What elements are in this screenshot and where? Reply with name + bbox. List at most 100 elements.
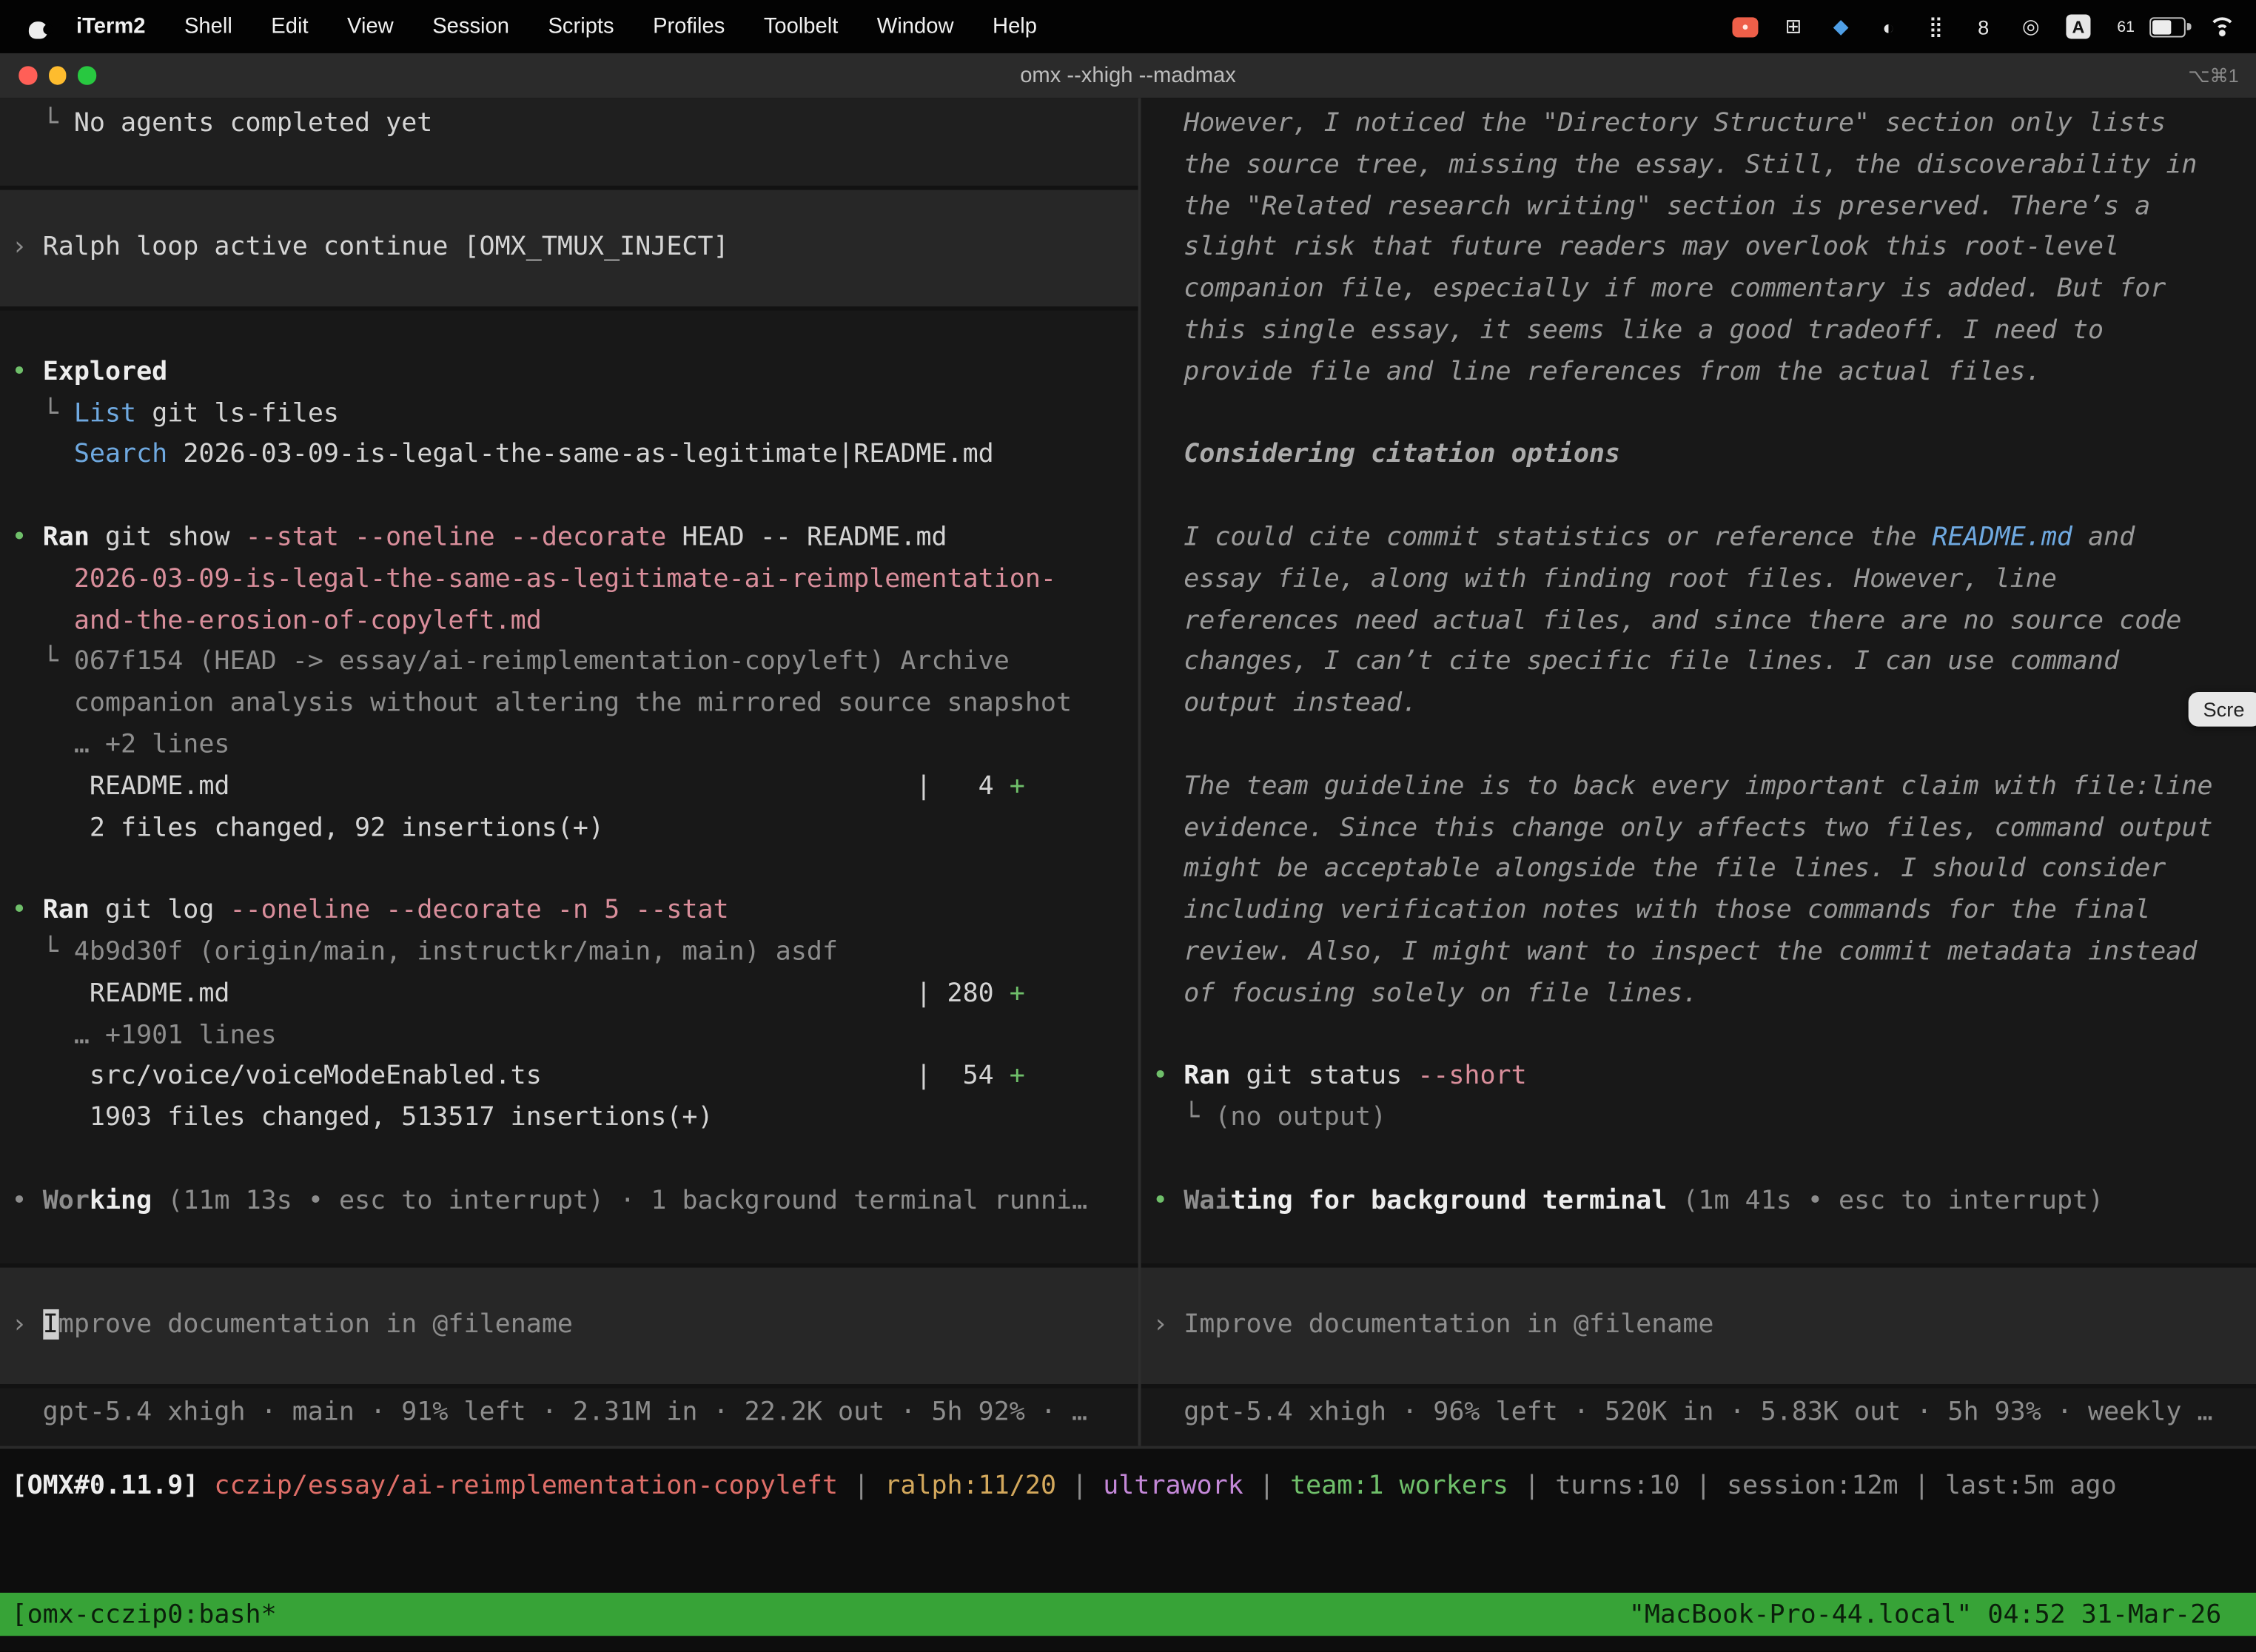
left-transcript: • Explored └ List git ls-files Search 20… [0, 311, 1138, 1223]
agents-summary-section: └ No agents completed yet [0, 98, 1138, 186]
terminal-line: review. Also, I might want to inspect th… [1141, 933, 2256, 974]
tmux-inject-banner: › Ralph loop active continue [OMX_TMUX_I… [0, 186, 1138, 311]
prompt-input-right[interactable]: › Improve documentation in @filename [1141, 1263, 2256, 1389]
terminal-line [0, 850, 1138, 891]
terminal-line: of focusing solely on file lines. [1141, 974, 2256, 1015]
terminal-pane-left[interactable]: └ No agents completed yet › Ralph loop a… [0, 98, 1138, 1446]
terminal-line: • Working (11m 13s • esc to interrupt) ·… [0, 1181, 1138, 1222]
tmux-host-clock: "MacBook-Pro-44.local" 04:52 31-Mar-26 [1629, 1599, 2256, 1630]
terminal-line: slight risk that future readers may over… [1141, 228, 2256, 269]
terminal-line: › Improve documentation in @filename [0, 1305, 1138, 1346]
terminal-line: src/voice/voiceModeEnabled.ts | 54 + [0, 1056, 1138, 1098]
menu-item-edit[interactable]: Edit [271, 14, 308, 38]
screen-notification-tooltip[interactable]: Scre [2189, 692, 2256, 727]
apple-menu-icon[interactable] [29, 15, 47, 38]
circle-app-icon[interactable]: ◎ [2018, 14, 2043, 38]
terminal-line: Search 2026-03-09-is-legal-the-same-as-l… [0, 435, 1138, 477]
terminal-line: companion analysis without altering the … [0, 684, 1138, 725]
menu-bar: iTerm2 Shell Edit View Session Scripts Profile… [0, 0, 2256, 53]
terminal-line: this single essay, it seems like a good … [1141, 311, 2256, 352]
input-source-icon[interactable]: A [2066, 14, 2090, 38]
battery-percent[interactable]: 61 [2114, 14, 2138, 38]
terminal-line: essay file, along with finding root file… [1141, 560, 2256, 601]
terminal-line: and-the-erosion-of-copyleft.md [0, 601, 1138, 642]
terminal-line [1141, 725, 2256, 767]
dark-app-icon[interactable]: ◐ [1876, 14, 1901, 38]
terminal-line [0, 1139, 1138, 1181]
menu-item-window[interactable]: Window [877, 14, 954, 38]
window-title-bar[interactable]: omx --xhigh --madmax ⌥⌘1 [0, 53, 2256, 99]
menu-status-icons: ● ⊞ ◆ ◐ ⣿ 8 ◎ A 61 [1732, 14, 2256, 38]
minimize-button[interactable] [48, 67, 66, 84]
terminal-line: might be acceptable alongside the file l… [1141, 850, 2256, 891]
window-shortcut-hint: ⌥⌘1 [2188, 53, 2238, 98]
terminal-line: … +1901 lines [0, 1015, 1138, 1057]
menu-item-view[interactable]: View [347, 14, 394, 38]
terminal-pane-right[interactable]: However, I noticed the "Directory Struct… [1141, 98, 2256, 1446]
window-grid-icon[interactable]: ⊞ [1782, 14, 1806, 38]
terminal-line: changes, I can’t cite specific file line… [1141, 642, 2256, 684]
bottom-status-area: [OMX#0.11.9] cczip/essay/ai-reimplementa… [0, 1446, 2256, 1652]
wifi-icon[interactable] [2209, 16, 2236, 37]
prompt-input-left[interactable]: › Improve documentation in @filename [0, 1263, 1138, 1389]
terminal-line: gpt-5.4 xhigh · main · 91% left · 2.31M … [0, 1393, 1138, 1434]
terminal-line: references need actual files, and since … [1141, 601, 2256, 642]
session-status-left: gpt-5.4 xhigh · main · 91% left · 2.31M … [0, 1393, 1138, 1434]
terminal-line [0, 145, 1138, 187]
terminal-line: • Waiting for background terminal (1m 41… [1141, 1181, 2256, 1222]
screen: iTerm2 Shell Edit View Session Scripts Profile… [0, 0, 2256, 1652]
terminal-line: [OMX#0.11.9] cczip/essay/ai-reimplementa… [0, 1466, 2256, 1508]
menu-item-iterm2[interactable]: iTerm2 [76, 14, 145, 38]
terminal-line: the "Related research writing" section i… [1141, 187, 2256, 228]
terminal-line: • Ran git log --oneline --decorate -n 5 … [0, 891, 1138, 933]
terminal-line: • Explored [0, 352, 1138, 394]
close-button[interactable] [19, 67, 36, 84]
dots-grid-icon[interactable]: ⣿ [1924, 14, 1948, 38]
window-title: omx --xhigh --madmax [1020, 64, 1236, 88]
terminal-line [1141, 1015, 2256, 1056]
zoom-button[interactable] [78, 67, 95, 84]
terminal-line: Considering citation options [1141, 435, 2256, 477]
session-status-right: gpt-5.4 xhigh · 96% left · 520K in · 5.8… [1141, 1393, 2256, 1434]
terminal-line: The team guideline is to back every impo… [1141, 767, 2256, 808]
terminal-line: I could cite commit statistics or refere… [1141, 518, 2256, 560]
terminal-line: However, I noticed the "Directory Struct… [1141, 104, 2256, 145]
terminal-line: 1903 files changed, 513517 insertions(+) [0, 1098, 1138, 1139]
terminal-line [1141, 1139, 2256, 1181]
terminal-line: └ No agents completed yet [0, 104, 1138, 145]
terminal-line: provide file and line references from th… [1141, 352, 2256, 394]
menu-item-scripts[interactable]: Scripts [548, 14, 614, 38]
scale-wrap: iTerm2 Shell Edit View Session Scripts Profile… [0, 0, 2256, 1652]
terminal-line: gpt-5.4 xhigh · 96% left · 520K in · 5.8… [1141, 1393, 2256, 1434]
screen-recording-indicator-icon[interactable]: ● [1732, 16, 1758, 36]
battery-icon[interactable] [2149, 16, 2186, 36]
terminal-line: • Ran git status --short [1141, 1056, 2256, 1098]
terminal-line: └ List git ls-files [0, 394, 1138, 435]
terminal-line: └ 4b9d30f (origin/main, instructkr/main,… [0, 933, 1138, 974]
menu-item-shell[interactable]: Shell [184, 14, 232, 38]
terminal-line [0, 311, 1138, 352]
terminal-line: README.md | 4 + [0, 767, 1138, 808]
traffic-lights [19, 53, 95, 98]
terminal-line: evidence. Since this change only affects… [1141, 808, 2256, 850]
omx-status-bar: [OMX#0.11.9] cczip/essay/ai-reimplementa… [0, 1449, 2256, 1508]
menu-item-help[interactable]: Help [993, 14, 1037, 38]
terminal-line: including verification notes with those … [1141, 891, 2256, 933]
blue-app-icon[interactable]: ◆ [1829, 14, 1853, 38]
terminal-line [1141, 477, 2256, 518]
number-badge-icon[interactable]: 8 [1971, 14, 1995, 38]
right-transcript: However, I noticed the "Directory Struct… [1141, 104, 2256, 1222]
terminal-line: 2 files changed, 92 insertions(+) [0, 808, 1138, 850]
terminal-line: • Ran git show --stat --oneline --decora… [0, 518, 1138, 560]
terminal-line: › Improve documentation in @filename [1141, 1305, 2256, 1346]
terminal-line [1141, 394, 2256, 435]
menu-item-session[interactable]: Session [432, 14, 509, 38]
menu-item-toolbelt[interactable]: Toolbelt [764, 14, 839, 38]
menu-items: iTerm2 Shell Edit View Session Scripts Profile… [76, 14, 1037, 38]
terminal-line: output instead. [1141, 684, 2256, 725]
terminal-line: the source tree, missing the essay. Stil… [1141, 145, 2256, 187]
menu-item-profiles[interactable]: Profiles [653, 14, 725, 38]
terminal-line: › Ralph loop active continue [OMX_TMUX_I… [0, 227, 1138, 269]
terminal-line [0, 477, 1138, 518]
tmux-session-label[interactable]: [omx-cczip0:bash* [0, 1599, 277, 1630]
